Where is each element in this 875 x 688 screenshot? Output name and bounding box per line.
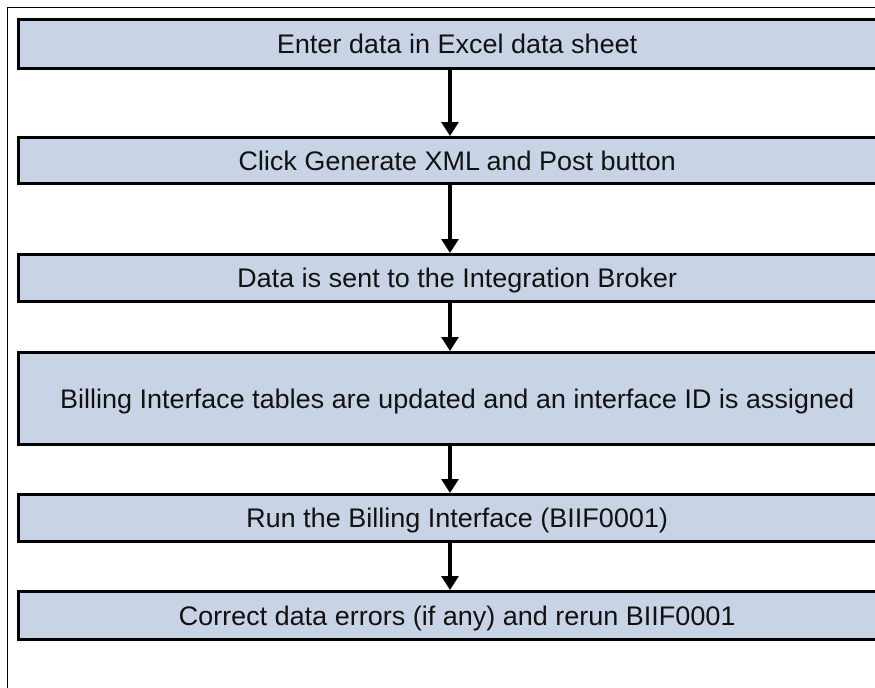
flow-step-label: Run the Billing Interface (BIIF0001) [246, 503, 668, 533]
flow-step-enter-data: Enter data in Excel data sheet [17, 18, 875, 70]
flow-arrow [441, 185, 459, 253]
flow-step-tables-updated: Billing Interface tables are updated and… [17, 351, 875, 446]
flow-step-generate-xml: Click Generate XML and Post button [17, 136, 875, 185]
flow-step-integration-broker: Data is sent to the Integration Broker [17, 253, 875, 303]
flow-arrow [441, 70, 459, 136]
flow-arrow [441, 543, 459, 590]
flow-step-label: Data is sent to the Integration Broker [237, 263, 677, 293]
flow-step-correct-errors: Correct data errors (if any) and rerun B… [17, 590, 875, 641]
flow-step-label: Billing Interface tables are updated and… [60, 383, 854, 414]
flow-step-label: Enter data in Excel data sheet [276, 29, 638, 59]
flow-step-label: Click Generate XML and Post button [238, 145, 676, 176]
flow-step-label: Correct data errors (if any) and rerun B… [178, 600, 736, 631]
flow-step-run-billing-interface: Run the Billing Interface (BIIF0001) [17, 493, 875, 543]
flow-arrow [441, 303, 459, 351]
flow-arrow [441, 446, 459, 493]
